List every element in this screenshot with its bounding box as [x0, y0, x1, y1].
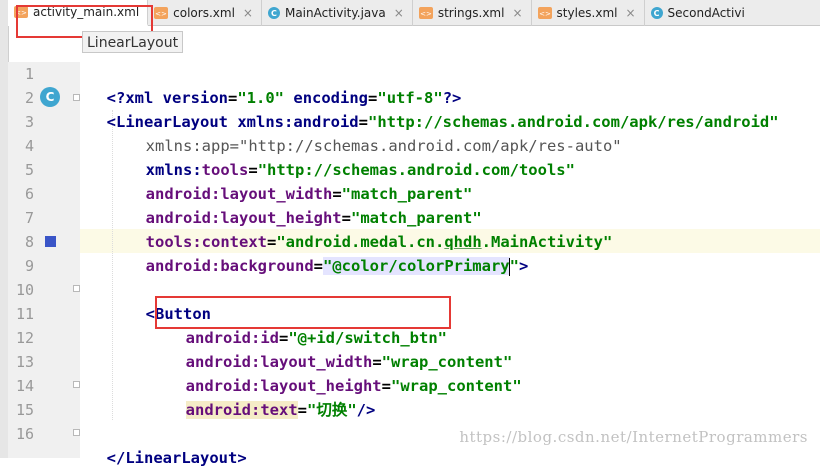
class-gutter-icon[interactable]: C	[40, 87, 60, 107]
line-number: 1	[24, 65, 34, 83]
breadcrumb[interactable]: LinearLayout	[82, 31, 184, 53]
tab-styles-xml[interactable]: <> styles.xml ×	[532, 0, 645, 26]
fold-icon[interactable]	[73, 94, 80, 101]
code-line-4: xmlns:tools="http://schemas.android.com/…	[127, 134, 575, 179]
fold-icon[interactable]	[73, 285, 80, 292]
line-number: 14	[15, 377, 34, 395]
code-line-3: xmlns:app="http://schemas.android.com/ap…	[127, 110, 622, 155]
code-line-6: android:layout_height="match_parent"	[127, 182, 482, 227]
line-number: 15	[15, 401, 34, 419]
code-line-5: android:layout_width="match_parent"	[127, 158, 473, 203]
line-number: 9	[24, 257, 34, 275]
line-number: 3	[24, 113, 34, 131]
code-line-16: </LinearLayout>	[88, 422, 247, 467]
code-line-12: android:layout_width="wrap_content"	[167, 326, 513, 371]
attr-ns: android:	[185, 401, 261, 419]
tab-label: strings.xml	[437, 6, 505, 20]
line-number: 4	[24, 137, 34, 155]
fold-icon[interactable]	[73, 381, 80, 388]
tab-strings-xml[interactable]: <> strings.xml ×	[413, 0, 532, 26]
line-number: 16	[15, 425, 34, 443]
tab-secondactivity[interactable]: C SecondActivi	[645, 0, 753, 26]
tab-label: colors.xml	[173, 6, 235, 20]
line-number: 6	[24, 185, 34, 203]
code-line-2: <LinearLayout xmlns:android="http://sche…	[88, 86, 779, 131]
equals: =	[313, 257, 323, 275]
indent-guide	[112, 110, 113, 420]
close-icon[interactable]: ×	[625, 6, 635, 20]
line-number: 5	[24, 161, 34, 179]
line-number: 13	[15, 353, 34, 371]
xml-file-icon: <>	[537, 7, 552, 19]
xml-file-icon: <>	[154, 7, 169, 19]
tag-self-close: />	[356, 401, 376, 419]
attr-value: "wrap_content"	[391, 377, 522, 395]
color-swatch-icon[interactable]	[45, 236, 56, 247]
tab-label: styles.xml	[556, 6, 618, 20]
svg-text:<>: <>	[420, 10, 432, 18]
code-line-7: tools:context="android.medal.cn.qhdh.Mai…	[127, 206, 613, 251]
code-line-8: android:background="@color/colorPrimary"…	[127, 230, 528, 276]
tab-label: SecondActivi	[667, 6, 745, 20]
line-number: 7	[24, 209, 34, 227]
svg-text:<>: <>	[155, 10, 167, 18]
tab-colors-xml[interactable]: <> colors.xml ×	[148, 0, 262, 26]
tab-mainactivity-java[interactable]: C MainActivity.java ×	[262, 0, 413, 26]
code-line-1: <?xml version="1.0" encoding="utf-8"?>	[88, 62, 462, 107]
attr-name: background	[220, 257, 314, 275]
highlight-box-id-line	[155, 296, 451, 329]
xml-file-icon: <>	[418, 7, 433, 19]
attr-name: text	[260, 401, 298, 419]
attr-value: "切换"	[307, 401, 357, 419]
class-file-icon: C	[650, 7, 663, 19]
attr-ns: android:	[145, 257, 221, 275]
tab-label: MainActivity.java	[284, 6, 386, 20]
equals: =	[297, 401, 307, 419]
tag-close: >	[518, 257, 529, 275]
code-line-13: android:layout_height="wrap_content"	[167, 350, 522, 395]
watermark: https://blog.csdn.net/InternetProgrammer…	[459, 428, 808, 446]
class-file-icon: C	[267, 7, 280, 19]
attr-value: "	[509, 257, 519, 275]
line-number: 8	[24, 233, 34, 251]
svg-text:<>: <>	[539, 10, 551, 18]
close-icon[interactable]: ×	[512, 6, 522, 20]
close-icon[interactable]: ×	[243, 6, 253, 20]
code-line-14: android:text="切换"/>	[167, 374, 375, 419]
line-number: 10	[15, 281, 34, 299]
close-icon[interactable]: ×	[394, 6, 404, 20]
line-number: 2	[24, 89, 34, 107]
equals: =	[381, 377, 391, 395]
closing-tag: </LinearLayout>	[106, 449, 247, 467]
line-number: 12	[15, 329, 34, 347]
line-number: 11	[15, 305, 34, 323]
attr-value: "@color/colorPrimary	[323, 257, 510, 275]
fold-icon[interactable]	[73, 429, 80, 436]
